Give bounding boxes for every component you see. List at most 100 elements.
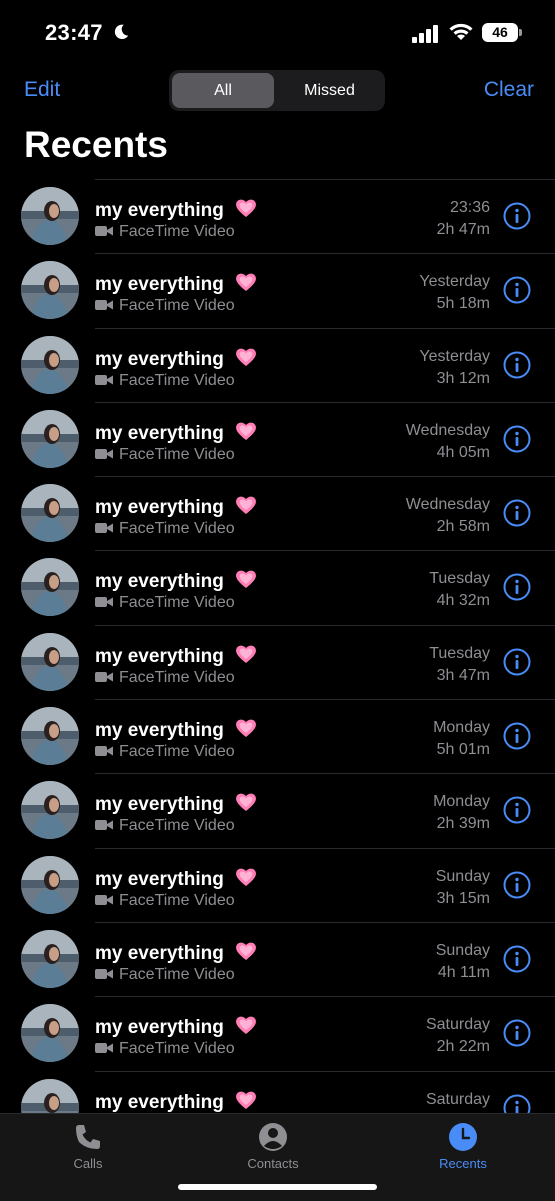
video-camera-icon — [95, 226, 113, 236]
call-time: Yesterday — [419, 347, 490, 365]
call-duration: 4h 05m — [436, 443, 490, 461]
info-icon[interactable] — [503, 351, 531, 379]
tab-recents-label: Recents — [439, 1156, 487, 1171]
contact-name: my everything — [95, 867, 257, 891]
call-time: Saturday — [425, 1016, 490, 1034]
info-icon[interactable] — [503, 722, 531, 750]
call-row[interactable]: my everything FaceTime Video Sunday 3h 1… — [0, 847, 555, 922]
signal-icon — [412, 25, 438, 43]
call-type: FaceTime Video — [95, 743, 235, 761]
call-duration: 5h 18m — [436, 295, 490, 313]
avatar — [21, 484, 79, 543]
call-type-text: FaceTime Video — [119, 743, 235, 761]
heart-icon — [236, 422, 257, 440]
call-row[interactable]: my everything FaceTime Video Monday 2h 3… — [0, 773, 555, 847]
contact-name-text: my everything — [95, 720, 224, 742]
call-row[interactable]: my everything FaceTime Video Yesterday 3… — [0, 327, 555, 402]
contact-name-text: my everything — [95, 1091, 224, 1113]
call-type-text: FaceTime Video — [119, 817, 235, 835]
contact-name: my everything — [95, 569, 257, 593]
call-row[interactable]: my everything FaceTime Video Tuesday 4h … — [0, 550, 555, 624]
tab-contacts-label: Contacts — [247, 1156, 299, 1171]
call-type-text: FaceTime Video — [119, 668, 235, 686]
contact-name: my everything — [95, 272, 257, 296]
contact-name-text: my everything — [95, 348, 224, 370]
avatar — [21, 187, 79, 245]
info-icon[interactable] — [503, 425, 531, 453]
call-row[interactable]: my everything FaceTime Video Sunday 4h 1… — [0, 921, 555, 996]
call-type: FaceTime Video — [95, 817, 235, 835]
heart-icon — [236, 348, 257, 366]
info-icon[interactable] — [503, 648, 531, 676]
info-icon[interactable] — [503, 796, 531, 824]
tab-recents[interactable]: Recents — [413, 1122, 513, 1171]
call-row[interactable]: my everything FaceTime Video Yesterday 5… — [0, 253, 555, 327]
video-camera-icon — [95, 1043, 113, 1054]
contact-name: my everything — [95, 347, 257, 371]
heart-icon — [236, 273, 257, 292]
avatar — [21, 781, 79, 840]
contact-name-text: my everything — [95, 274, 224, 296]
video-camera-icon — [95, 968, 113, 979]
call-time: Yesterday — [419, 273, 490, 291]
segment-missed[interactable]: Missed — [277, 73, 382, 108]
call-row[interactable]: my everything FaceTime Video Wednesday 4… — [0, 401, 555, 476]
call-time: Sunday — [435, 941, 490, 959]
person-circle-icon — [259, 1123, 287, 1151]
contact-name-text: my everything — [95, 422, 224, 444]
heart-icon — [236, 199, 257, 217]
segment-all[interactable]: All — [172, 73, 274, 108]
avatar — [21, 707, 79, 766]
contact-name-text: my everything — [95, 497, 224, 519]
call-time: Saturday — [425, 1090, 490, 1108]
edit-button[interactable]: Edit — [24, 78, 60, 102]
info-icon[interactable] — [503, 499, 531, 527]
info-icon[interactable] — [503, 276, 531, 304]
call-row[interactable]: my everything FaceTime Video Monday 5h 0… — [0, 699, 555, 773]
contact-name-text: my everything — [95, 200, 224, 221]
contact-name: my everything — [95, 644, 257, 668]
call-time: Wednesday — [405, 496, 490, 514]
video-camera-icon — [95, 597, 113, 608]
video-camera-icon — [95, 523, 113, 534]
info-icon[interactable] — [503, 573, 531, 601]
call-row[interactable]: my everything FaceTime Video Wednesday 2… — [0, 476, 555, 550]
clear-button[interactable]: Clear — [484, 78, 534, 102]
page-title: Recents — [24, 124, 168, 165]
call-type-text: FaceTime Video — [119, 1040, 235, 1058]
contact-name-text: my everything — [95, 794, 224, 816]
call-duration: 3h 15m — [436, 889, 490, 907]
video-camera-icon — [95, 746, 113, 757]
contact-name: my everything — [95, 718, 257, 742]
call-duration: 3h 12m — [436, 369, 490, 387]
info-icon[interactable] — [503, 1019, 531, 1047]
info-icon[interactable] — [503, 871, 531, 899]
contact-name: my everything — [95, 421, 257, 445]
call-duration: 2h 58m — [436, 518, 490, 536]
avatar — [21, 558, 79, 617]
contact-name: my everything — [95, 1015, 257, 1039]
tab-contacts[interactable]: Contacts — [223, 1122, 323, 1171]
avatar — [21, 335, 79, 394]
tab-calls[interactable]: Calls — [38, 1122, 138, 1171]
info-icon[interactable] — [503, 202, 531, 230]
info-icon[interactable] — [503, 945, 531, 973]
call-row[interactable]: my everything FaceTime Video Saturday 2h… — [0, 996, 555, 1070]
call-time: Monday — [433, 793, 490, 811]
heart-icon — [236, 1016, 257, 1035]
call-row[interactable]: my everything FaceTime Video Tuesday 3h … — [0, 624, 555, 699]
call-type: FaceTime Video — [95, 966, 235, 984]
avatar — [21, 632, 79, 691]
call-type: FaceTime Video — [95, 297, 235, 315]
call-type-text: FaceTime Video — [119, 520, 235, 538]
call-type-text: FaceTime Video — [119, 223, 235, 240]
call-duration: 3h 47m — [436, 666, 490, 684]
video-camera-icon — [95, 448, 113, 459]
call-time: Tuesday — [429, 644, 490, 662]
call-time: Monday — [433, 719, 490, 737]
heart-icon — [236, 1091, 257, 1109]
call-type: FaceTime Video — [95, 223, 235, 241]
contact-name-text: my everything — [95, 645, 224, 667]
call-row[interactable]: my everything FaceTime Video 23:36 2h 47… — [0, 179, 555, 253]
video-camera-icon — [95, 671, 113, 682]
